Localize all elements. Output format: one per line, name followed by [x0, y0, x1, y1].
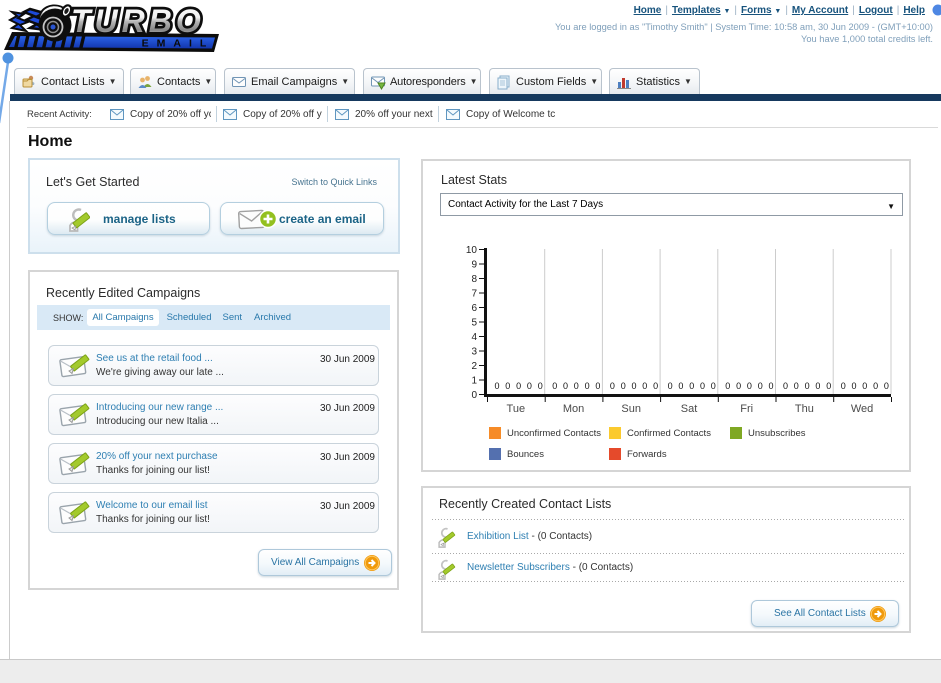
- svg-text:5: 5: [471, 318, 477, 329]
- svg-text:0: 0: [563, 381, 568, 391]
- svg-text:0: 0: [826, 381, 831, 391]
- svg-text:0: 0: [700, 381, 705, 391]
- svg-text:0: 0: [873, 381, 878, 391]
- svg-text:0: 0: [516, 381, 521, 391]
- svg-text:0: 0: [552, 381, 557, 391]
- svg-text:0: 0: [725, 381, 730, 391]
- svg-text:4: 4: [471, 332, 477, 343]
- svg-text:0: 0: [815, 381, 820, 391]
- svg-text:0: 0: [653, 381, 658, 391]
- svg-text:Tue: Tue: [507, 403, 526, 415]
- svg-text:0: 0: [495, 381, 500, 391]
- svg-text:0: 0: [505, 381, 510, 391]
- svg-text:0: 0: [538, 381, 543, 391]
- svg-text:Thu: Thu: [795, 403, 814, 415]
- svg-text:10: 10: [466, 245, 478, 256]
- svg-text:0: 0: [610, 381, 615, 391]
- svg-text:0: 0: [805, 381, 810, 391]
- svg-text:3: 3: [471, 347, 477, 358]
- svg-text:0: 0: [794, 381, 799, 391]
- svg-text:0: 0: [595, 381, 600, 391]
- svg-text:Sat: Sat: [681, 403, 698, 415]
- svg-text:Sun: Sun: [621, 403, 641, 415]
- svg-text:8: 8: [471, 274, 477, 285]
- svg-text:0: 0: [621, 381, 626, 391]
- svg-text:0: 0: [678, 381, 683, 391]
- svg-text:7: 7: [471, 289, 477, 300]
- svg-text:0: 0: [471, 390, 477, 401]
- svg-text:0: 0: [852, 381, 857, 391]
- svg-text:Fri: Fri: [740, 403, 753, 415]
- svg-text:0: 0: [758, 381, 763, 391]
- svg-text:EMAIL: EMAIL: [142, 38, 215, 50]
- svg-text:0: 0: [783, 381, 788, 391]
- svg-text:0: 0: [862, 381, 867, 391]
- svg-text:6: 6: [471, 303, 477, 314]
- svg-text:0: 0: [642, 381, 647, 391]
- svg-text:0: 0: [841, 381, 846, 391]
- svg-text:0: 0: [585, 381, 590, 391]
- svg-text:0: 0: [527, 381, 532, 391]
- svg-text:1: 1: [471, 376, 477, 387]
- svg-text:Mon: Mon: [563, 403, 584, 415]
- svg-text:0: 0: [747, 381, 752, 391]
- svg-text:0: 0: [668, 381, 673, 391]
- svg-text:0: 0: [632, 381, 637, 391]
- svg-text:9: 9: [471, 260, 477, 271]
- svg-text:0: 0: [689, 381, 694, 391]
- svg-text:0: 0: [736, 381, 741, 391]
- svg-text:0: 0: [769, 381, 774, 391]
- svg-text:Wed: Wed: [851, 403, 873, 415]
- svg-text:2: 2: [471, 361, 477, 372]
- svg-text:TURBO: TURBO: [71, 3, 205, 39]
- svg-text:0: 0: [574, 381, 579, 391]
- svg-text:0: 0: [711, 381, 716, 391]
- svg-text:0: 0: [884, 381, 889, 391]
